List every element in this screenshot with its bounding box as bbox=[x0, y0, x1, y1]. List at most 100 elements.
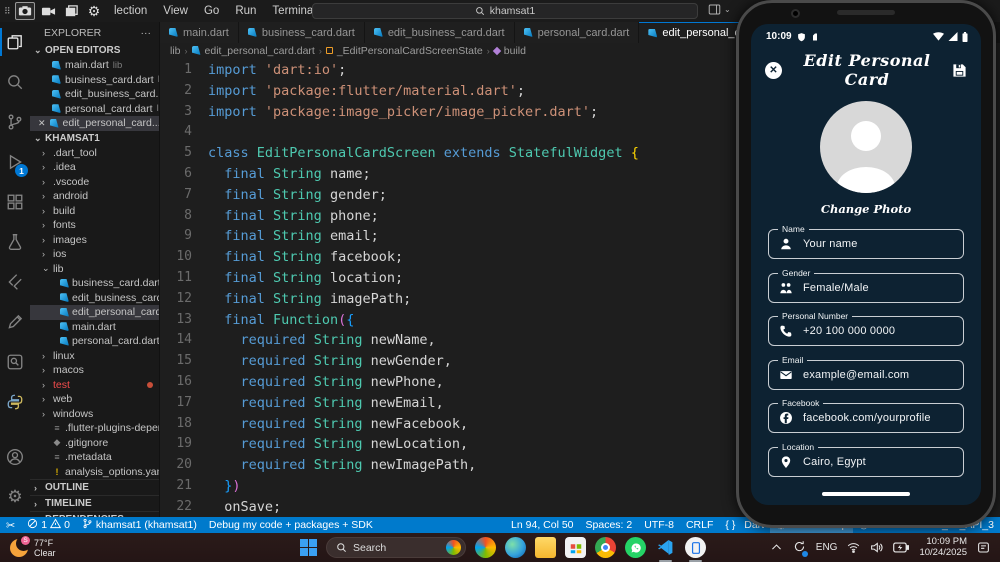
wifi-icon[interactable] bbox=[847, 541, 860, 554]
tree-item-.flutter-plugins-depende...[interactable]: ≡.flutter-plugins-depende... bbox=[30, 421, 159, 436]
tab-business_card.dart[interactable]: business_card.dart bbox=[238, 22, 365, 43]
task-indicator[interactable]: Debug my code + packages + SDK bbox=[203, 517, 379, 533]
menu-item-go[interactable]: Go bbox=[204, 5, 219, 17]
vscode-icon[interactable] bbox=[655, 537, 676, 562]
tree-item-.vscode[interactable]: › .vscode bbox=[30, 175, 159, 190]
eol[interactable]: CRLF bbox=[680, 517, 719, 533]
field-location[interactable]: Location Cairo, Egypt bbox=[768, 441, 964, 477]
command-search[interactable]: khamsat1 bbox=[312, 3, 698, 19]
testing-icon[interactable] bbox=[0, 222, 30, 262]
section-outline[interactable]: › OUTLINE bbox=[30, 479, 159, 495]
explorer-icon[interactable] bbox=[0, 22, 30, 62]
settings-gear-icon[interactable]: ⚙ bbox=[0, 477, 30, 517]
tree-item-images[interactable]: › images bbox=[30, 233, 159, 248]
field-email[interactable]: Email example@email.com bbox=[768, 354, 964, 390]
more-actions-icon[interactable]: ··· bbox=[141, 27, 152, 39]
close-icon[interactable]: ✕ bbox=[765, 61, 782, 79]
flutter-icon[interactable] bbox=[0, 262, 30, 302]
project-header[interactable]: ⌄ KHAMSAT1 bbox=[30, 131, 159, 146]
tree-item-main.dart[interactable]: main.dart bbox=[30, 320, 159, 335]
tree-item-analysis_options.yaml[interactable]: ! analysis_options.yaml bbox=[30, 465, 160, 480]
field-gender[interactable]: Gender Female/Male bbox=[768, 267, 964, 303]
save-icon[interactable] bbox=[952, 63, 967, 78]
video-icon[interactable] bbox=[38, 2, 58, 20]
tree-item-ios[interactable]: › ios bbox=[30, 247, 159, 262]
open-editor-personal_card.dart[interactable]: personal_card.dartlib bbox=[30, 102, 159, 117]
whatsapp-icon[interactable] bbox=[625, 537, 646, 558]
file-explorer-icon[interactable] bbox=[535, 537, 556, 558]
tab-edit_business_card.dart[interactable]: edit_business_card.dart bbox=[364, 22, 515, 43]
gear-icon[interactable]: ⚙ bbox=[84, 2, 104, 20]
pen-tool-icon[interactable] bbox=[0, 302, 30, 342]
menu-item-lection[interactable]: lection bbox=[114, 5, 147, 17]
layout-icon[interactable] bbox=[708, 3, 721, 16]
tree-item-.gitignore[interactable]: ◆ .gitignore bbox=[30, 436, 159, 451]
start-button[interactable] bbox=[300, 539, 317, 556]
field-personal-number[interactable]: Personal Number +20 100 000 0000 bbox=[768, 311, 964, 346]
python-icon[interactable] bbox=[0, 382, 30, 422]
battery-charging-icon[interactable] bbox=[893, 541, 910, 554]
menu-item-terminal[interactable]: Terminal bbox=[272, 5, 315, 17]
field-name[interactable]: Name Your name bbox=[768, 224, 964, 259]
tree-item-build[interactable]: › build bbox=[30, 204, 159, 219]
tab-main.dart[interactable]: main.dart bbox=[160, 22, 239, 43]
phone-screen[interactable]: 10:09 ✕ Edit Personal Card Change Photo … bbox=[751, 24, 981, 505]
tab-personal_card.dart[interactable]: personal_card.dart bbox=[514, 22, 640, 43]
chrome-icon[interactable] bbox=[595, 537, 616, 558]
open-editors-header[interactable]: ⌄ OPEN EDITORS bbox=[30, 43, 159, 58]
store-icon[interactable] bbox=[565, 537, 586, 558]
change-photo-button[interactable]: Change Photo bbox=[751, 202, 981, 216]
tree-item-business_card.dart[interactable]: business_card.dart bbox=[30, 276, 159, 291]
branch-indicator[interactable]: khamsat1 (khamsat1) bbox=[76, 517, 203, 533]
field-facebook[interactable]: Facebook facebook.com/yourprofile bbox=[768, 398, 964, 433]
problems-indicator[interactable]: 1 0 bbox=[21, 517, 76, 533]
tree-item-lib[interactable]: ⌄ lib bbox=[30, 262, 159, 277]
tree-item-edit_personal_card.dart[interactable]: edit_personal_card.dart bbox=[30, 305, 159, 320]
copilot-app-icon[interactable] bbox=[475, 537, 496, 558]
weather-widget[interactable]: S 77°F Clear bbox=[0, 535, 56, 558]
open-editor-main.dart[interactable]: main.dart lib bbox=[30, 58, 159, 73]
breadcrumb-item[interactable]: edit_personal_card.dart bbox=[205, 45, 315, 57]
search-box-icon[interactable] bbox=[0, 342, 30, 382]
emulator-icon[interactable] bbox=[685, 537, 706, 562]
source-control-icon[interactable] bbox=[0, 102, 30, 142]
tree-item-windows[interactable]: › windows bbox=[30, 407, 159, 422]
close-editor-icon[interactable]: ✕ bbox=[38, 118, 46, 129]
search-sidebar-icon[interactable] bbox=[0, 62, 30, 102]
menu-item-view[interactable]: View bbox=[163, 5, 188, 17]
breadcrumb-item[interactable]: _EditPersonalCardScreenState bbox=[337, 45, 483, 57]
indentation[interactable]: Spaces: 2 bbox=[580, 517, 639, 533]
open-editor-business_card.dart[interactable]: business_card.dartlib bbox=[30, 73, 159, 88]
taskbar-search[interactable]: Search bbox=[326, 537, 466, 558]
chevron-down-icon[interactable]: ⌄ bbox=[724, 5, 731, 14]
tree-item-linux[interactable]: › linux bbox=[30, 349, 159, 364]
camera-icon[interactable] bbox=[15, 2, 35, 20]
tree-item-.metadata[interactable]: ≡ .metadata bbox=[30, 450, 159, 465]
cursor-position[interactable]: Ln 94, Col 50 bbox=[505, 517, 579, 533]
breadcrumb-item[interactable]: build bbox=[504, 45, 526, 57]
section-timeline[interactable]: › TIMELINE bbox=[30, 495, 159, 511]
edge-icon[interactable] bbox=[505, 537, 526, 558]
tree-item-personal_card.dart[interactable]: personal_card.dart bbox=[30, 334, 159, 349]
onedrive-sync-icon[interactable] bbox=[793, 540, 808, 557]
remote-icon[interactable]: ✂ bbox=[0, 517, 21, 533]
tray-chevron-icon[interactable] bbox=[770, 541, 783, 554]
extensions-icon[interactable] bbox=[0, 182, 30, 222]
clock[interactable]: 10:09 PM 10/24/2025 bbox=[919, 536, 967, 558]
breadcrumb-item[interactable]: lib bbox=[170, 45, 181, 57]
tree-item-test[interactable]: › test bbox=[30, 378, 159, 393]
tree-item-macos[interactable]: › macos bbox=[30, 363, 159, 378]
gesture-bar[interactable] bbox=[822, 492, 910, 496]
action-center-icon[interactable] bbox=[977, 541, 990, 554]
run-debug-icon[interactable]: 1 bbox=[0, 142, 30, 182]
tree-item-.dart_tool[interactable]: › .dart_tool bbox=[30, 146, 159, 161]
window-icon[interactable] bbox=[61, 2, 81, 20]
tree-item-web[interactable]: › web bbox=[30, 392, 159, 407]
tree-item-fonts[interactable]: › fonts bbox=[30, 218, 159, 233]
tree-item-android[interactable]: › android bbox=[30, 189, 159, 204]
open-editor-edit_personal_card....[interactable]: ✕ edit_personal_card.... bbox=[30, 116, 159, 131]
account-icon[interactable] bbox=[0, 437, 30, 477]
drag-handle-icon[interactable]: ⠿ bbox=[4, 6, 12, 17]
menu-item-run[interactable]: Run bbox=[235, 5, 256, 17]
open-editor-edit_business_card....[interactable]: edit_business_card.... bbox=[30, 87, 159, 102]
